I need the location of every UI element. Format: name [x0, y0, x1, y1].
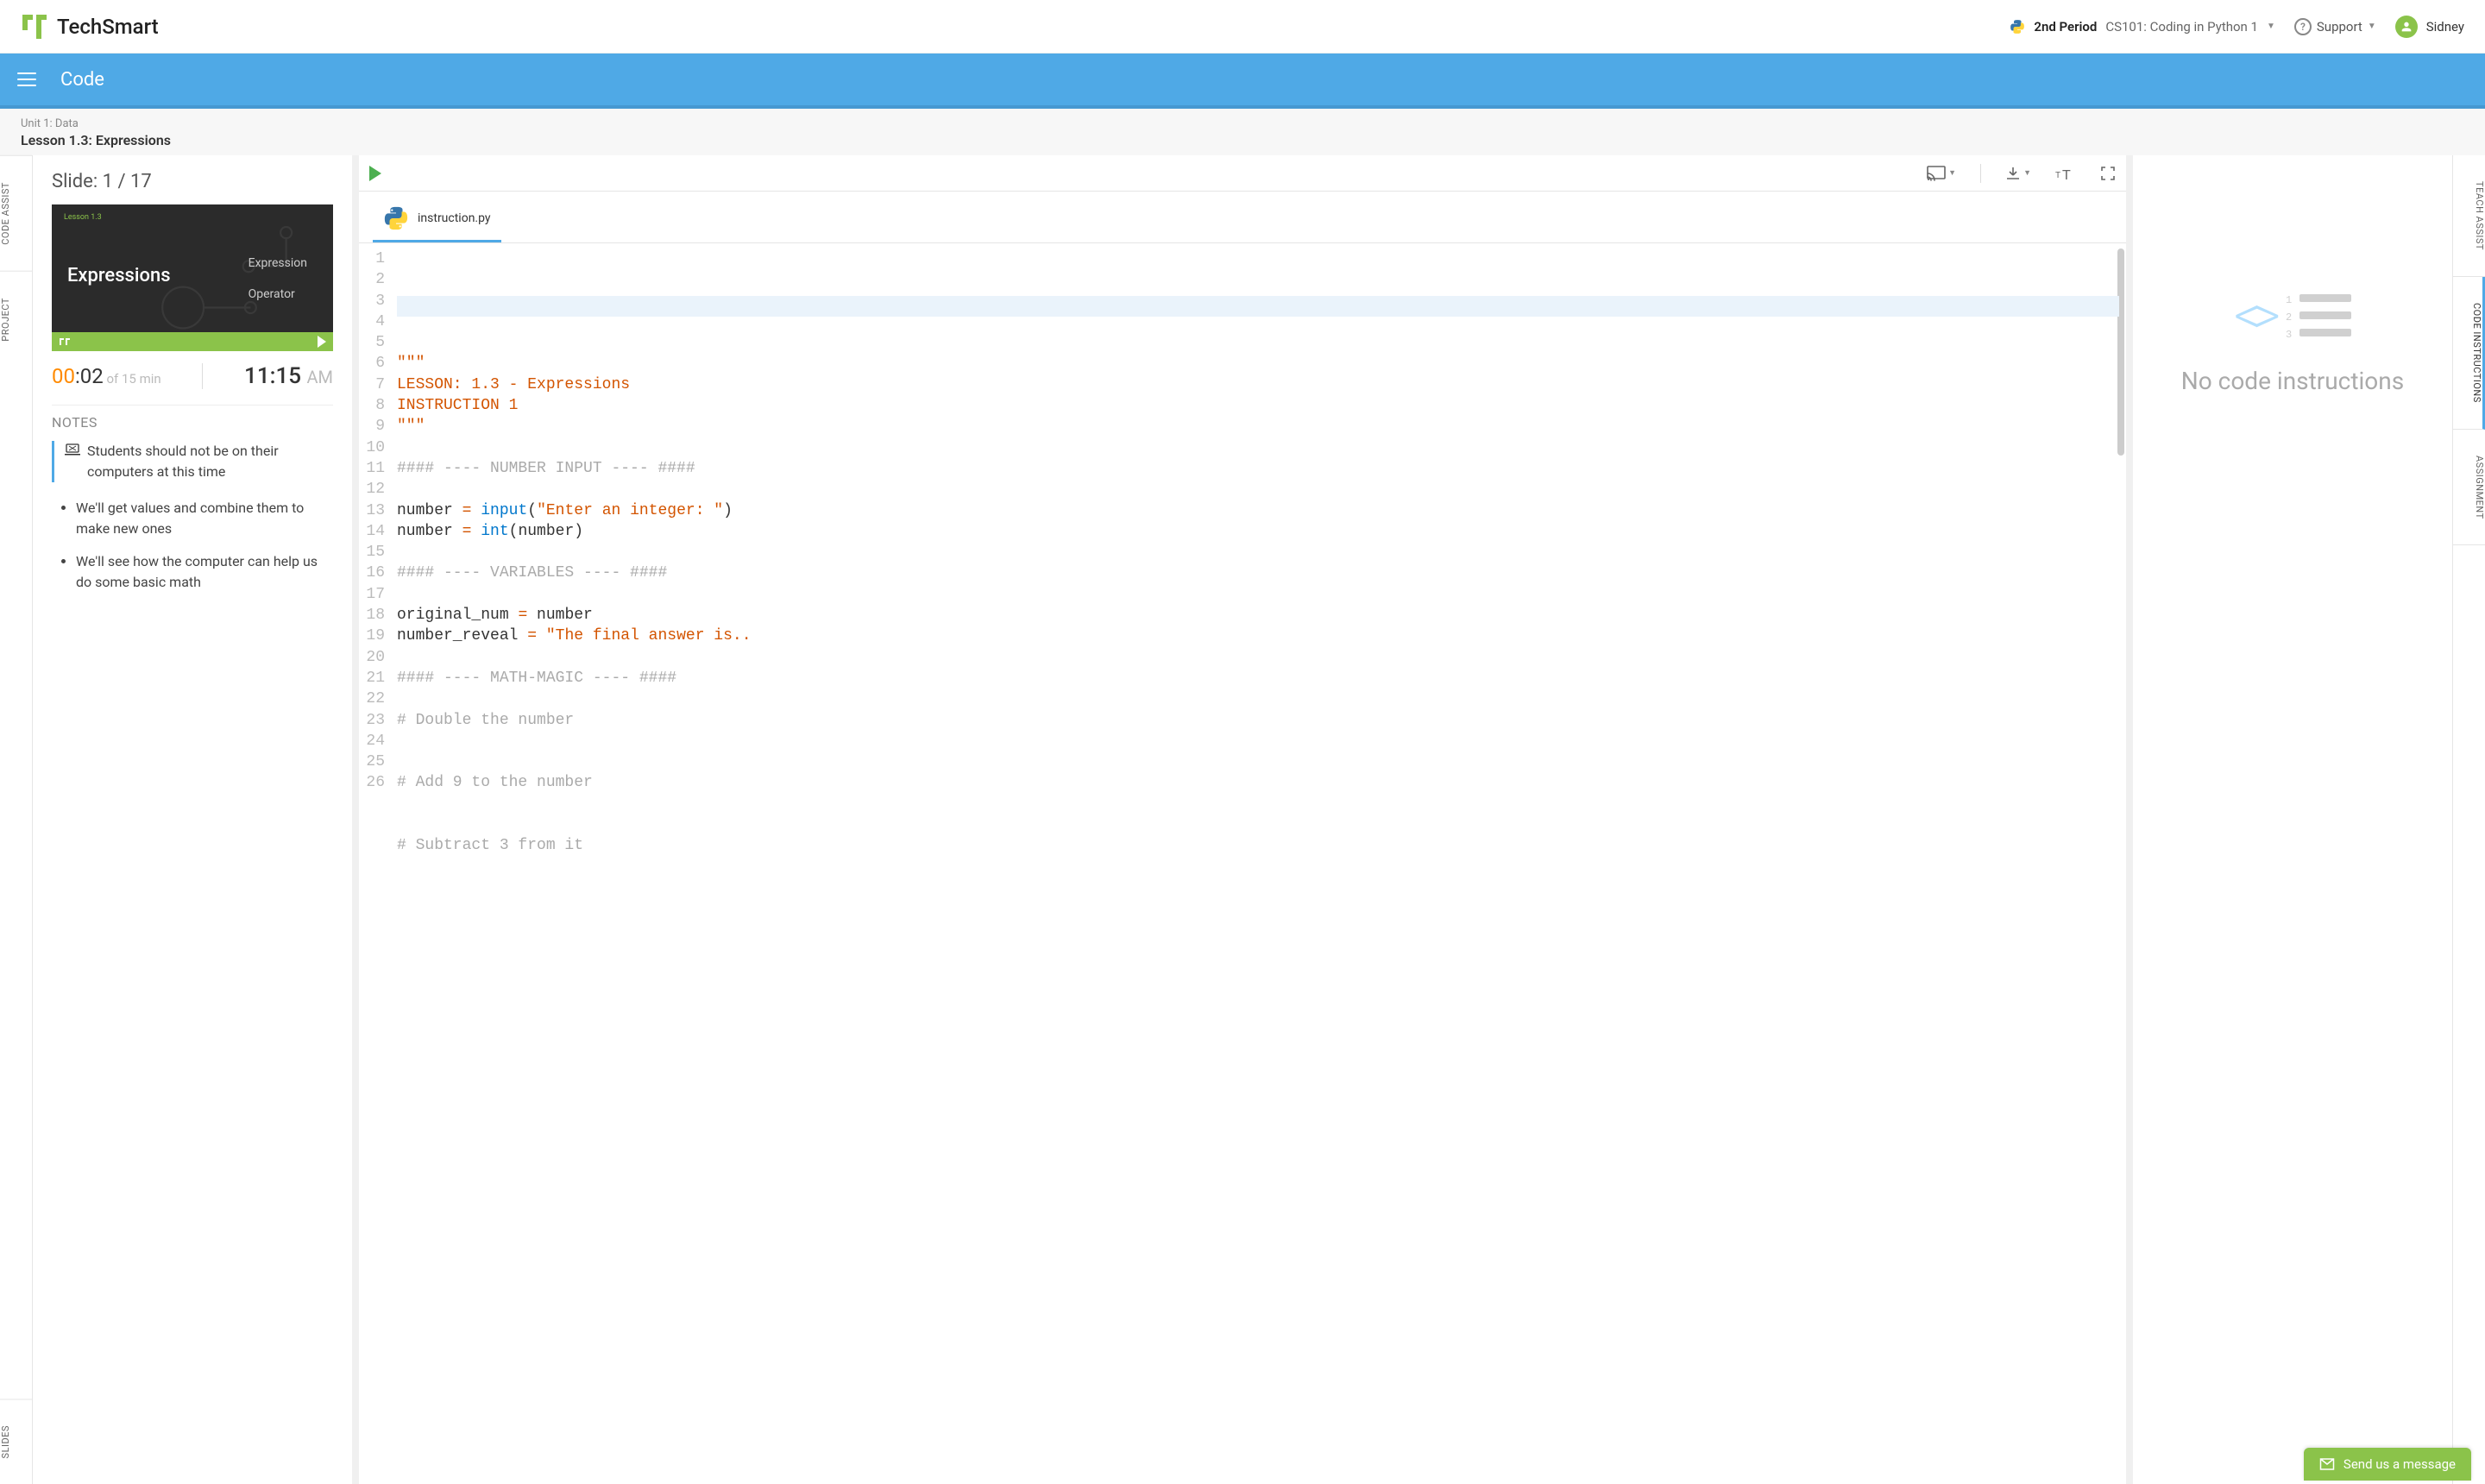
download-icon[interactable]: ▼	[2005, 166, 2031, 181]
left-vertical-tabs: CODE ASSIST PROJECT SLIDES	[0, 155, 33, 1484]
time-row: 00:02 of 15 min 11:15 AM	[52, 360, 333, 398]
clock-value: 11:15	[244, 363, 301, 389]
support-label: Support	[2317, 19, 2362, 35]
toolbar-separator	[1980, 164, 1981, 183]
main-workspace: CODE ASSIST PROJECT SLIDES Slide: 1 / 17…	[0, 155, 2485, 1484]
code-body[interactable]: 1234567891011121314151617181920212223242…	[359, 243, 2126, 1484]
header-right: 2nd Period CS101: Coding in Python 1 ▼ ?…	[2010, 16, 2464, 38]
blue-nav-bar: Code	[0, 53, 2485, 109]
vtab-code-instructions[interactable]: CODE INSTRUCTIONS	[2453, 277, 2485, 430]
techsmart-mini-icon	[59, 337, 71, 346]
period-label: 2nd Period	[2034, 19, 2097, 35]
file-tab-label: instruction.py	[418, 211, 491, 225]
course-selector[interactable]: 2nd Period CS101: Coding in Python 1 ▼	[2010, 19, 2275, 35]
right-vertical-tabs: TEACH ASSIST CODE INSTRUCTIONS ASSIGNMEN…	[2452, 155, 2485, 1484]
fullscreen-icon[interactable]	[2100, 166, 2116, 181]
notes-bullet: We'll see how the computer can help us d…	[76, 551, 333, 593]
slide-term: Operator	[248, 279, 307, 310]
page-title: Code	[60, 69, 104, 91]
slide-thumbnail[interactable]: Lesson 1.3 Expressions Expression Operat…	[52, 204, 333, 351]
file-tabs: instruction.py	[359, 192, 2126, 243]
python-icon	[383, 205, 409, 231]
notes-main-text: Students should not be on their computer…	[87, 441, 333, 482]
text-size-icon[interactable]: TT	[2055, 166, 2076, 181]
slide-thumb-terms: Expression Operator	[248, 248, 307, 311]
slide-thumb-label: Lesson 1.3	[64, 213, 102, 222]
notes-heading: NOTES	[52, 405, 333, 431]
chevron-down-icon: ▼	[2267, 22, 2275, 31]
breadcrumb: Unit 1: Data Lesson 1.3: Expressions	[0, 109, 2485, 155]
envelope-icon	[2319, 1456, 2335, 1472]
vtab-spacer	[0, 367, 32, 1398]
svg-text:3: 3	[2286, 329, 2292, 338]
laptop-off-icon	[65, 443, 80, 456]
notes-callout: Students should not be on their computer…	[52, 441, 333, 482]
slide-thumb-title: Expressions	[67, 265, 171, 286]
svg-text:2: 2	[2286, 311, 2292, 321]
empty-state-illustration: <> 1 2 3	[2234, 285, 2351, 346]
svg-text:1: 1	[2286, 294, 2292, 304]
user-menu[interactable]: Sidney	[2395, 16, 2464, 38]
svg-text:T: T	[2062, 168, 2071, 181]
vtab-code-assist[interactable]: CODE ASSIST	[0, 155, 32, 271]
notes-bullet: We'll get values and combine them to mak…	[76, 498, 333, 539]
instructions-panel: <> 1 2 3 No code instructions	[2133, 155, 2452, 1484]
slide-play-bar[interactable]	[52, 332, 333, 351]
top-header: TechSmart 2nd Period CS101: Coding in Py…	[0, 0, 2485, 53]
notes-bullets: We'll get values and combine them to mak…	[76, 498, 333, 593]
time-divider	[202, 363, 203, 389]
elapsed-mm: 00	[52, 364, 75, 388]
python-icon	[2010, 19, 2025, 35]
user-name: Sidney	[2426, 19, 2464, 35]
techsmart-logo-icon	[21, 13, 48, 41]
hamburger-menu-icon[interactable]	[17, 72, 36, 86]
elapsed-time: 00:02 of 15 min	[52, 364, 161, 388]
code-editor-panel: ▼ ▼ TT	[359, 155, 2126, 1484]
slide-counter: Slide: 1 / 17	[52, 171, 333, 192]
cast-icon[interactable]: ▼	[1927, 166, 1956, 181]
empty-state-text: No code instructions	[2181, 367, 2404, 395]
clock-time: 11:15 AM	[244, 363, 333, 389]
elapsed-of: of 15 min	[104, 371, 161, 387]
chat-label: Send us a message	[2343, 1456, 2456, 1472]
line-gutter: 1234567891011121314151617181920212223242…	[359, 243, 390, 1484]
help-icon: ?	[2294, 18, 2312, 35]
slide-panel: Slide: 1 / 17 Lesson 1.3 Expressions Exp…	[33, 155, 352, 1484]
clock-ampm: AM	[306, 367, 333, 387]
brand-name: TechSmart	[57, 15, 159, 39]
brand-logo[interactable]: TechSmart	[21, 13, 159, 41]
svg-text:T: T	[2055, 171, 2060, 180]
current-line-highlight	[397, 296, 2119, 317]
breadcrumb-lesson: Lesson 1.3: Expressions	[21, 132, 2464, 148]
editor-toolbar: ▼ ▼ TT	[359, 155, 2126, 192]
vtab-assignment[interactable]: ASSIGNMENT	[2453, 430, 2485, 546]
code-brackets-icon: <>	[2234, 285, 2274, 346]
vtab-project[interactable]: PROJECT	[0, 271, 32, 368]
play-icon	[318, 336, 326, 348]
code-content[interactable]: """LESSON: 1.3 - ExpressionsINSTRUCTION …	[390, 243, 2126, 1484]
slide-term: Expression	[248, 248, 307, 279]
course-label: CS101: Coding in Python 1	[2105, 19, 2258, 35]
chevron-down-icon: ▼	[2368, 22, 2376, 31]
chat-widget[interactable]: Send us a message	[2304, 1448, 2471, 1481]
breadcrumb-unit: Unit 1: Data	[21, 117, 2464, 130]
vtab-slides[interactable]: SLIDES	[0, 1399, 32, 1484]
file-tab-instruction[interactable]: instruction.py	[373, 198, 501, 242]
avatar-icon	[2395, 16, 2418, 38]
run-button[interactable]	[369, 166, 381, 181]
vtab-teach-assist[interactable]: TEACH ASSIST	[2453, 155, 2485, 277]
list-lines-icon: 1 2 3	[2286, 293, 2351, 338]
elapsed-ss: :02	[75, 364, 104, 388]
support-menu[interactable]: ? Support ▼	[2294, 18, 2376, 35]
